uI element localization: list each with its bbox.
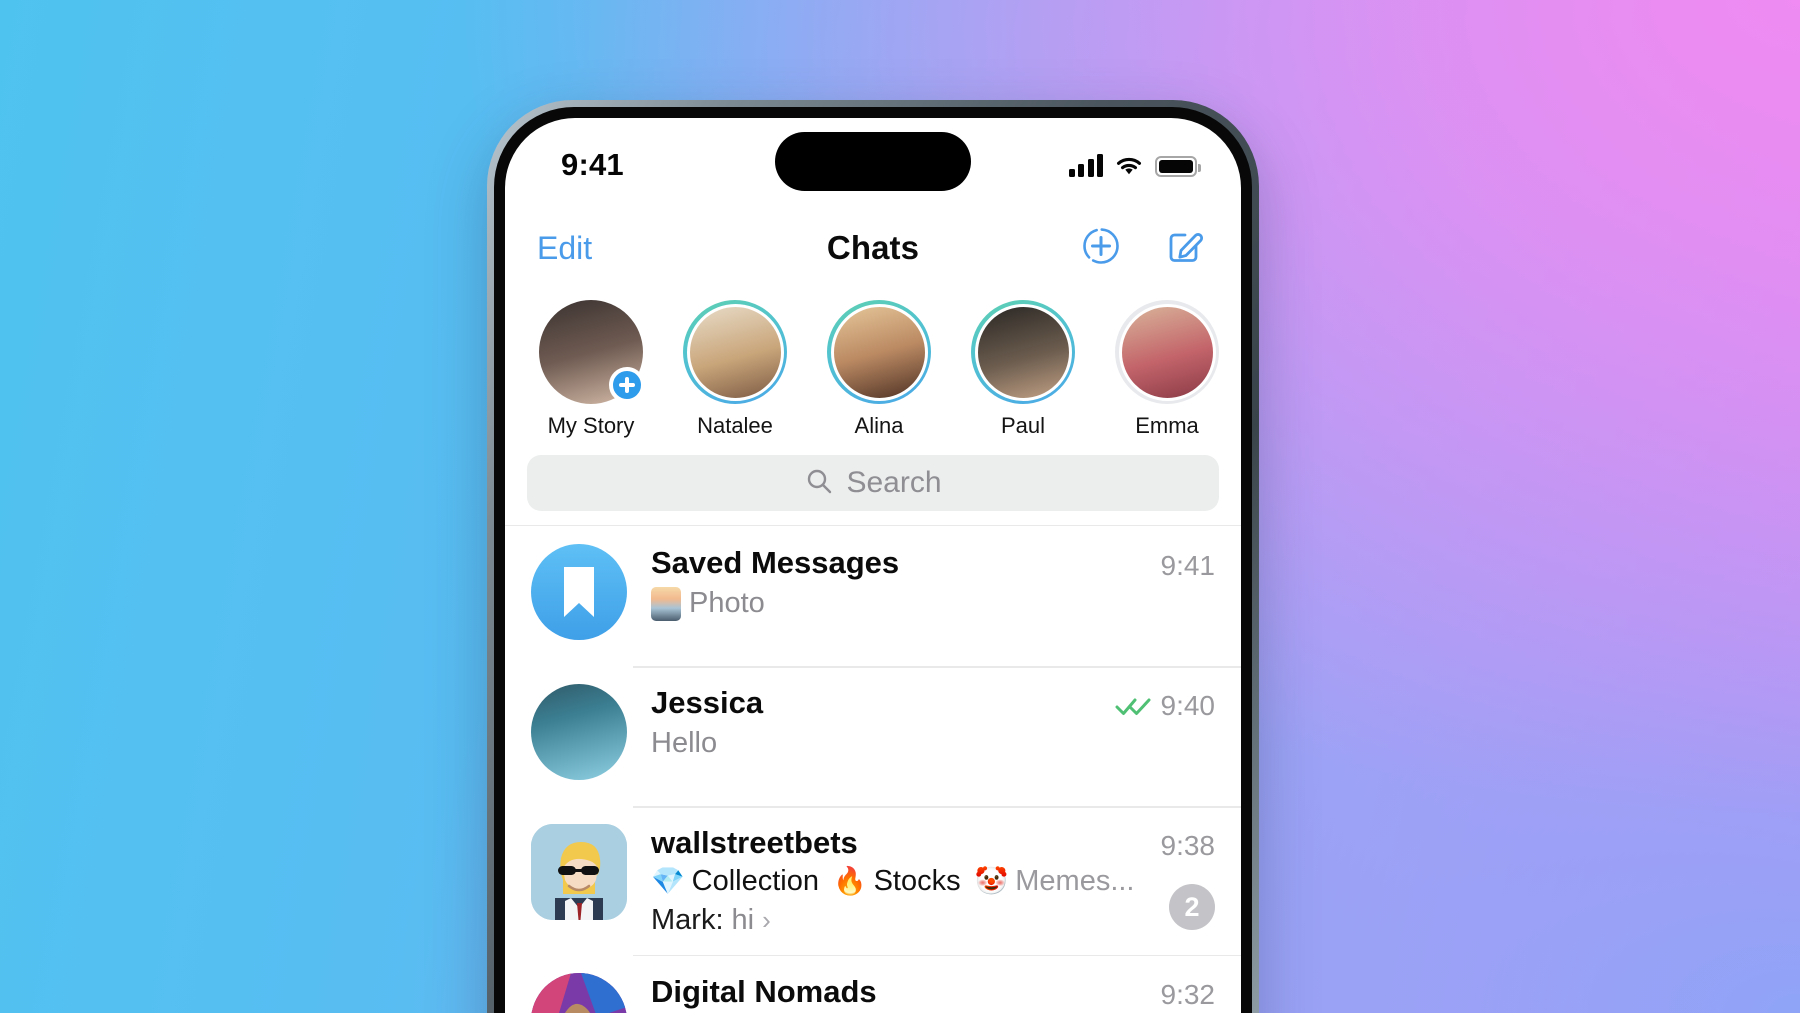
gem-emoji-icon: 💎 [651, 865, 685, 896]
chat-topic-tag[interactable]: 💎 Collection [651, 865, 819, 898]
story-ring [683, 300, 787, 404]
chat-title: Digital Nomads [651, 974, 877, 1009]
chat-topic-tag[interactable]: 🤡 Memes... [975, 865, 1135, 898]
chat-preview-text: hi [731, 903, 755, 936]
story-label: Alina [854, 413, 904, 438]
navigation-bar: Edit Chats [505, 204, 1241, 292]
battery-icon [1155, 155, 1201, 177]
clown-emoji-icon: 🤡 [974, 865, 1009, 896]
dynamic-island [775, 132, 971, 191]
chat-preview-text: Hello [651, 726, 718, 759]
chat-meta-top: 9:38 [1161, 830, 1216, 862]
avatar [531, 824, 627, 920]
stories-strip[interactable]: My Story Natalee Alina Paul Emma [505, 292, 1241, 453]
story-item[interactable]: Paul [963, 300, 1083, 439]
status-bar: 9:41 [505, 118, 1241, 204]
chat-text-block: wallstreetbets 💎 Collection 🔥 Stocks 🤡 M… [651, 824, 1147, 937]
avatar [531, 544, 627, 640]
cellular-bars-icon [1068, 153, 1103, 177]
chat-title: Saved Messages [651, 546, 900, 580]
chat-meta-top: 9:40 [1115, 690, 1216, 722]
phone-bezel: 9:41 Edit Chats My Story Natalee Alina P… [494, 107, 1252, 1013]
read-receipt-double-check-icon [1115, 695, 1153, 717]
chat-list-item[interactable]: Jessica Hello 9:40 [505, 666, 1241, 806]
chat-preview: Mark: hi › [651, 904, 1147, 937]
chat-topic-label: Stocks [873, 864, 961, 897]
chat-list[interactable]: Saved Messages Photo 9:41 Jessica Hello … [505, 525, 1241, 1013]
avatar [974, 303, 1072, 401]
story-ring [1115, 300, 1219, 404]
chat-text-block: Digital Nomads Jennie Woow [651, 973, 1147, 1013]
story-label: My Story [547, 413, 635, 438]
compose-pencil-icon[interactable] [1163, 224, 1207, 273]
chat-list-item[interactable]: Digital Nomads Jennie Woow 9:32 [505, 954, 1241, 1013]
fire-emoji-icon: 🔥 [832, 865, 867, 896]
bookmark-icon [564, 567, 594, 617]
chat-preview-sender: Mark: [651, 903, 724, 936]
story-item[interactable]: Emma [1107, 300, 1227, 439]
edit-button[interactable]: Edit [537, 230, 592, 267]
phone-screen: 9:41 Edit Chats My Story Natalee Alina P… [505, 118, 1241, 1013]
story-item[interactable]: My Story [531, 300, 651, 439]
avatar [531, 684, 627, 780]
wallpaper-background: 9:41 Edit Chats My Story Natalee Alina P… [0, 0, 1800, 1013]
chat-meta: 9:40 [1115, 684, 1216, 722]
chat-meta: 9:38 2 [1161, 824, 1216, 930]
chat-preview: Hello [651, 727, 1101, 760]
chat-text-block: Jessica Hello [651, 684, 1101, 760]
chat-meta-top: 9:32 [1161, 979, 1216, 1011]
add-story-circle-plus-icon[interactable] [1079, 224, 1123, 273]
add-story-plus-badge-icon[interactable] [609, 367, 645, 403]
chat-meta: 9:32 2 [1161, 973, 1216, 1013]
chat-list-item[interactable]: Saved Messages Photo 9:41 [505, 526, 1241, 666]
nav-actions [1079, 224, 1207, 273]
chat-text-block: Saved Messages Photo [651, 544, 1147, 621]
phone-device-frame: 9:41 Edit Chats My Story Natalee Alina P… [487, 100, 1259, 1013]
chat-preview-text: Photo [689, 587, 765, 620]
chat-topic-label: Memes... [1015, 864, 1135, 897]
story-label: Paul [1000, 413, 1046, 438]
chat-timestamp: 9:40 [1160, 690, 1216, 721]
search-magnifier-icon [804, 466, 834, 501]
story-ring [539, 300, 645, 404]
story-ring [971, 300, 1075, 404]
photo-thumbnail-icon [651, 586, 681, 621]
avatar [531, 972, 627, 1013]
chat-preview: Photo [651, 586, 1147, 621]
story-label: Emma [1135, 413, 1199, 438]
status-bar-icons [1068, 153, 1201, 177]
chevron-right-icon: › [762, 904, 771, 935]
search-input[interactable]: Search [527, 455, 1219, 511]
chat-timestamp: 9:38 [1160, 830, 1216, 861]
story-label: Natalee [697, 413, 773, 438]
avatar [1118, 303, 1216, 401]
unread-badge: 2 [1169, 884, 1215, 930]
avatar [686, 303, 784, 401]
chat-topic-tag[interactable]: 🔥 Stocks [833, 865, 961, 898]
chat-title: wallstreetbets [651, 826, 858, 860]
chat-topic-tags[interactable]: 💎 Collection 🔥 Stocks 🤡 Memes... [651, 865, 1147, 898]
chat-title: Jessica [651, 686, 764, 720]
chat-timestamp: 9:41 [1160, 550, 1216, 581]
chat-topic-label: Collection [691, 864, 819, 897]
chat-meta-top: 9:41 [1161, 550, 1216, 582]
search-container: Search [505, 453, 1241, 525]
chat-meta: 9:41 [1161, 544, 1216, 582]
status-bar-time: 9:41 [561, 147, 624, 182]
chat-list-item[interactable]: wallstreetbets 💎 Collection 🔥 Stocks 🤡 M… [505, 806, 1241, 955]
story-ring [827, 300, 931, 404]
story-item[interactable]: Natalee [675, 300, 795, 439]
search-placeholder-text: Search [846, 466, 942, 499]
wifi-icon [1114, 154, 1144, 177]
avatar [830, 303, 928, 401]
story-item[interactable]: Alina [819, 300, 939, 439]
chat-timestamp: 9:32 [1160, 978, 1216, 1010]
page-title: Chats [826, 229, 920, 266]
